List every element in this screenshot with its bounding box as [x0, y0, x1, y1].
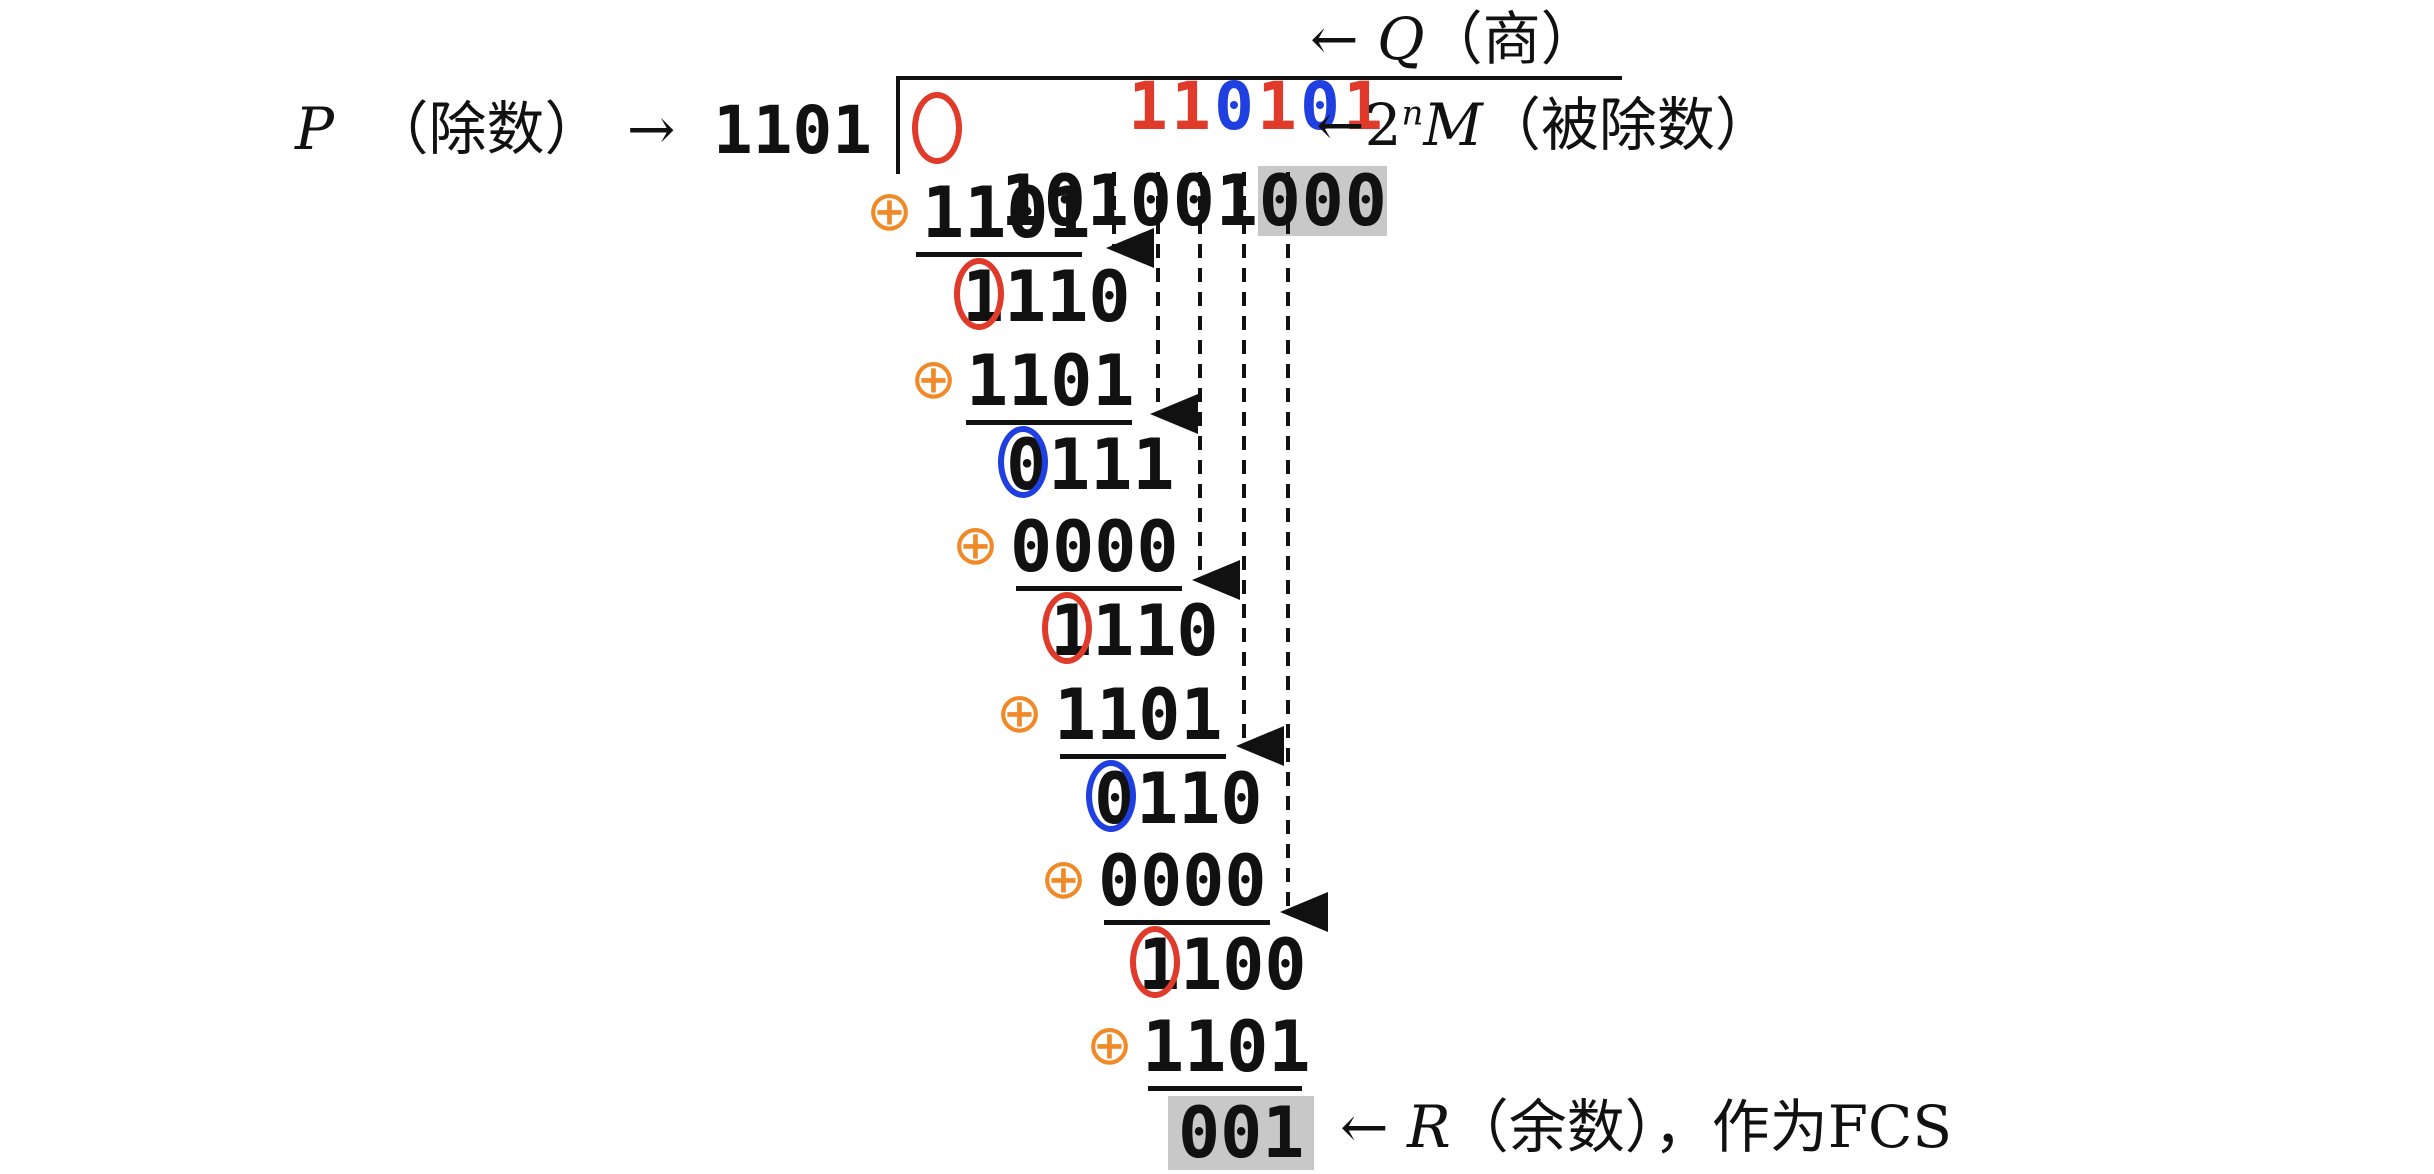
- xor-operator: ⊕: [952, 513, 999, 578]
- dividend-appended-zero: 0: [1344, 160, 1388, 242]
- dividend-exponent: n: [1401, 93, 1424, 134]
- xor-operator: ⊕: [910, 347, 957, 412]
- step-result-marker-zero: [1086, 760, 1136, 832]
- divisor-arrow: →: [626, 95, 676, 163]
- quotient-label: ← Q（商）: [1310, 10, 1599, 68]
- xor-operator: ⊕: [1040, 847, 1087, 912]
- dividend-arrow: ←: [1316, 91, 1365, 159]
- dividend-digit: 1: [1086, 160, 1129, 242]
- dividend-base: 2: [1364, 91, 1402, 159]
- xor-operator: ⊕: [996, 681, 1043, 746]
- step-operand: 1101: [922, 172, 1091, 254]
- step-operand: 0000: [1098, 840, 1267, 922]
- division-bar: [896, 76, 1622, 80]
- dividend-digit: 1: [1215, 160, 1258, 242]
- dividend-symbol: M: [1423, 91, 1483, 159]
- divisor-value: 1101: [713, 92, 872, 169]
- step-result-marker-one: [1042, 592, 1092, 664]
- step-result-marker-zero: [998, 426, 1048, 498]
- quotient-text: （商）: [1424, 5, 1599, 73]
- step-operand: 1101: [966, 340, 1135, 422]
- quotient-symbol: Q: [1377, 5, 1425, 73]
- remainder-label: ← R（余数），作为FCS: [1340, 1098, 1952, 1156]
- step-underline: [1148, 1086, 1302, 1091]
- divisor-text: （除数）: [370, 95, 603, 163]
- divisor-label: P （除数） →: [295, 100, 676, 158]
- remainder-text: （余数），作为FCS: [1450, 1093, 1953, 1161]
- step-operand: 0000: [1010, 506, 1179, 588]
- remainder-symbol: R: [1407, 1093, 1451, 1161]
- xor-operator: ⊕: [1086, 1013, 1133, 1078]
- dividend-text: （被除数）: [1482, 91, 1773, 159]
- step-operand: 1101: [1142, 1006, 1311, 1088]
- divisor-symbol: P: [295, 95, 335, 163]
- step-operand: 1101: [1054, 674, 1223, 756]
- dividend-digit: 0: [1129, 160, 1172, 242]
- step-result-marker-one: [1130, 926, 1180, 998]
- quotient-arrow: ←: [1310, 5, 1359, 73]
- dividend-appended-zero: 0: [1301, 160, 1345, 242]
- remainder-value: 001: [1168, 1096, 1315, 1170]
- division-bracket: [896, 76, 900, 174]
- dividend-label: ←2nM（被除数）: [1316, 96, 1773, 154]
- xor-operator: ⊕: [866, 179, 913, 244]
- remainder-arrow: ←: [1340, 1093, 1389, 1161]
- dividend-lead-marker: [912, 92, 962, 164]
- step-result-marker-one: [954, 258, 1004, 330]
- dividend-appended-zero: 0: [1258, 160, 1302, 242]
- dividend-digit: 0: [1172, 160, 1215, 242]
